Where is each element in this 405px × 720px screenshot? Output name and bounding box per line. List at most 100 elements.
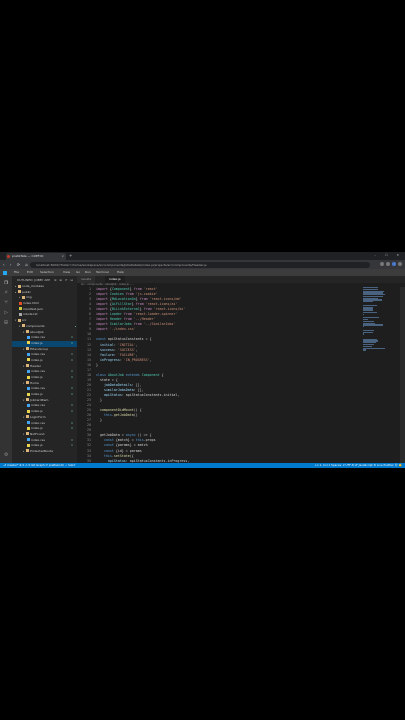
new-tab-button[interactable]: + bbox=[69, 253, 72, 258]
minimap-line bbox=[363, 333, 365, 335]
search-icon[interactable]: ⌕ bbox=[3, 290, 9, 296]
code-text: state = { bbox=[96, 377, 118, 382]
menu-item-view[interactable]: View bbox=[63, 269, 70, 276]
code-text: } bbox=[96, 362, 98, 367]
tree-folder[interactable]: ▸ ProtectedRoute bbox=[12, 449, 77, 455]
code-text: const apiStatusConstants = { bbox=[96, 337, 152, 342]
tree-item-label: src bbox=[22, 318, 27, 323]
tree-item-label: NotFound bbox=[30, 431, 45, 436]
css-file-icon bbox=[27, 335, 30, 339]
browser-tab-bar: pratikfate — COEF.IO × + – ☐ ✕ bbox=[0, 252, 405, 260]
address-bar-row: ‹ › ⟳ ⌂ localhost:3000/?folder=/home/wor… bbox=[0, 260, 405, 269]
minimap[interactable] bbox=[363, 287, 385, 351]
tree-item-label: index.css bbox=[31, 437, 45, 442]
css-file-icon bbox=[27, 352, 30, 356]
close-icon[interactable]: × bbox=[61, 253, 64, 260]
profile-avatar[interactable] bbox=[392, 262, 396, 266]
code-text: const {params} = match bbox=[103, 443, 148, 448]
kebab-menu-icon[interactable] bbox=[398, 262, 402, 266]
settings-icon[interactable]: ⚙ bbox=[3, 452, 9, 458]
code-text: similarJobsData: [], bbox=[103, 387, 144, 392]
menu-item-run[interactable]: Run bbox=[85, 269, 91, 276]
folder-icon bbox=[18, 284, 21, 288]
source-control-icon[interactable]: ⑂ bbox=[3, 300, 9, 306]
tree-item-label: index.js bbox=[31, 340, 43, 345]
code-text: import Loader from 'react-loader-spinner… bbox=[96, 312, 178, 317]
editor-tab[interactable]: index.js bbox=[105, 276, 125, 283]
tree-item-label: index.css bbox=[31, 420, 45, 425]
folder-icon bbox=[26, 432, 29, 436]
menu-item-terminal[interactable]: Terminal bbox=[96, 269, 109, 276]
txt-file-icon bbox=[19, 312, 22, 316]
minimap-line bbox=[363, 331, 374, 333]
tree-item-label: LoginForm bbox=[30, 414, 46, 419]
vscode-logo-icon bbox=[3, 270, 7, 275]
extension-icon[interactable] bbox=[386, 262, 390, 266]
files-icon[interactable]: ❐ bbox=[3, 280, 9, 286]
tree-item-label: robots.txt bbox=[23, 312, 38, 317]
folder-icon bbox=[26, 381, 29, 385]
explorer-sidebar: OUTLINED: JOBBY APP ⊕ ⊞ ⟳ ⊟ ▸ node_module… bbox=[12, 276, 77, 463]
code-text: import {BiLinkExternal} from 'react-icon… bbox=[96, 307, 186, 312]
url-input[interactable]: localhost:3000/?folder=/home/workspace/s… bbox=[30, 261, 370, 268]
folder-icon bbox=[22, 324, 25, 328]
status-bar: ⎇ master* ⊗ 0 ⚠ 0 Git Graph ⟳ prettier(A… bbox=[0, 463, 405, 468]
modified-dot-icon bbox=[74, 325, 76, 328]
tree-item-label: index.css bbox=[31, 386, 45, 391]
code-text: } bbox=[96, 398, 102, 403]
menubar: File Edit Selection View Go Run Terminal Help bbox=[0, 269, 405, 276]
tree-item-label: index.css bbox=[31, 403, 45, 408]
status-left[interactable]: ⎇ master* ⊗ 0 ⚠ 0 Git Graph ⟳ prettier(A… bbox=[3, 463, 75, 468]
browser-tab[interactable]: pratikfate — COEF.IO × bbox=[6, 253, 66, 260]
code-text: import {Component} from 'react' bbox=[96, 287, 158, 291]
run-debug-icon[interactable]: ▷ bbox=[3, 310, 9, 316]
minimap-line bbox=[363, 347, 385, 349]
explorer-toolbar[interactable]: ⊕ ⊞ ⟳ ⊟ bbox=[54, 276, 74, 284]
status-right[interactable]: Ln 1, Col 1 Spaces: 2 UTF-8 LF JavaScrip… bbox=[315, 463, 402, 468]
json-file-icon bbox=[19, 307, 22, 311]
js-file-icon bbox=[27, 341, 30, 345]
folder-icon bbox=[26, 415, 29, 419]
vscode-browser-window: pratikfate — COEF.IO × + – ☐ ✕ ‹ › ⟳ ⌂ l… bbox=[0, 252, 405, 468]
code-text: const {id} = params bbox=[103, 448, 142, 453]
js-file-icon bbox=[27, 358, 30, 362]
browser-toolbar-icons bbox=[380, 262, 402, 266]
editor-tab[interactable]: results bbox=[77, 276, 96, 283]
code-text: class AboutJob extends Component { bbox=[96, 372, 164, 377]
code-text: failure: 'FAILURE', bbox=[99, 352, 138, 357]
js-file-icon bbox=[27, 375, 30, 379]
tree-item-label: index.css bbox=[31, 369, 45, 374]
tree-item-label: index.css bbox=[31, 335, 45, 340]
menu-item-go[interactable]: Go bbox=[76, 269, 80, 276]
tree-item-label: node_modules bbox=[22, 284, 44, 288]
tree-item-label: components bbox=[26, 323, 45, 328]
html-file-icon bbox=[19, 301, 22, 305]
css-file-icon bbox=[27, 386, 30, 390]
js-file-icon bbox=[27, 392, 30, 396]
folder-icon bbox=[26, 449, 29, 453]
code-text: const {match} = this.props bbox=[103, 438, 156, 443]
menu-item-help[interactable]: Help bbox=[117, 269, 124, 276]
code-editor[interactable]: 1 import {Component} from 'react' 2 import … bbox=[77, 287, 362, 463]
editor-scrollbar[interactable] bbox=[400, 287, 405, 463]
menu-item-edit[interactable]: Edit bbox=[27, 269, 33, 276]
folder-icon bbox=[18, 318, 21, 322]
code-text: apiStatus: apiStatusConstants.inProgress… bbox=[107, 458, 190, 463]
menu-item-file[interactable]: File bbox=[14, 269, 19, 276]
menu-item-selection[interactable]: Selection bbox=[40, 269, 54, 276]
folder-icon bbox=[18, 290, 21, 294]
star-icon[interactable] bbox=[380, 262, 384, 266]
tree-item-label: manifest.json bbox=[23, 306, 44, 311]
editor-tabs: results index.js bbox=[77, 276, 405, 283]
folder-icon bbox=[22, 295, 25, 299]
extensions-icon[interactable]: ⊞ bbox=[3, 320, 9, 326]
activity-bar: ❐ ⌕ ⑂ ▷ ⊞ ⚙ bbox=[0, 276, 12, 463]
tree-item-label: index.js bbox=[31, 426, 43, 431]
window-controls[interactable]: – ☐ ✕ bbox=[374, 253, 403, 257]
code-text: apiStatus: apiStatusConstants.initial, bbox=[103, 392, 180, 397]
minimap-line bbox=[363, 349, 366, 351]
minimap-line bbox=[363, 326, 365, 328]
nav-buttons[interactable]: ‹ › ⟳ ⌂ bbox=[3, 262, 30, 267]
code-text: success: 'SUCCESS', bbox=[99, 347, 138, 352]
folder-icon bbox=[26, 347, 29, 351]
